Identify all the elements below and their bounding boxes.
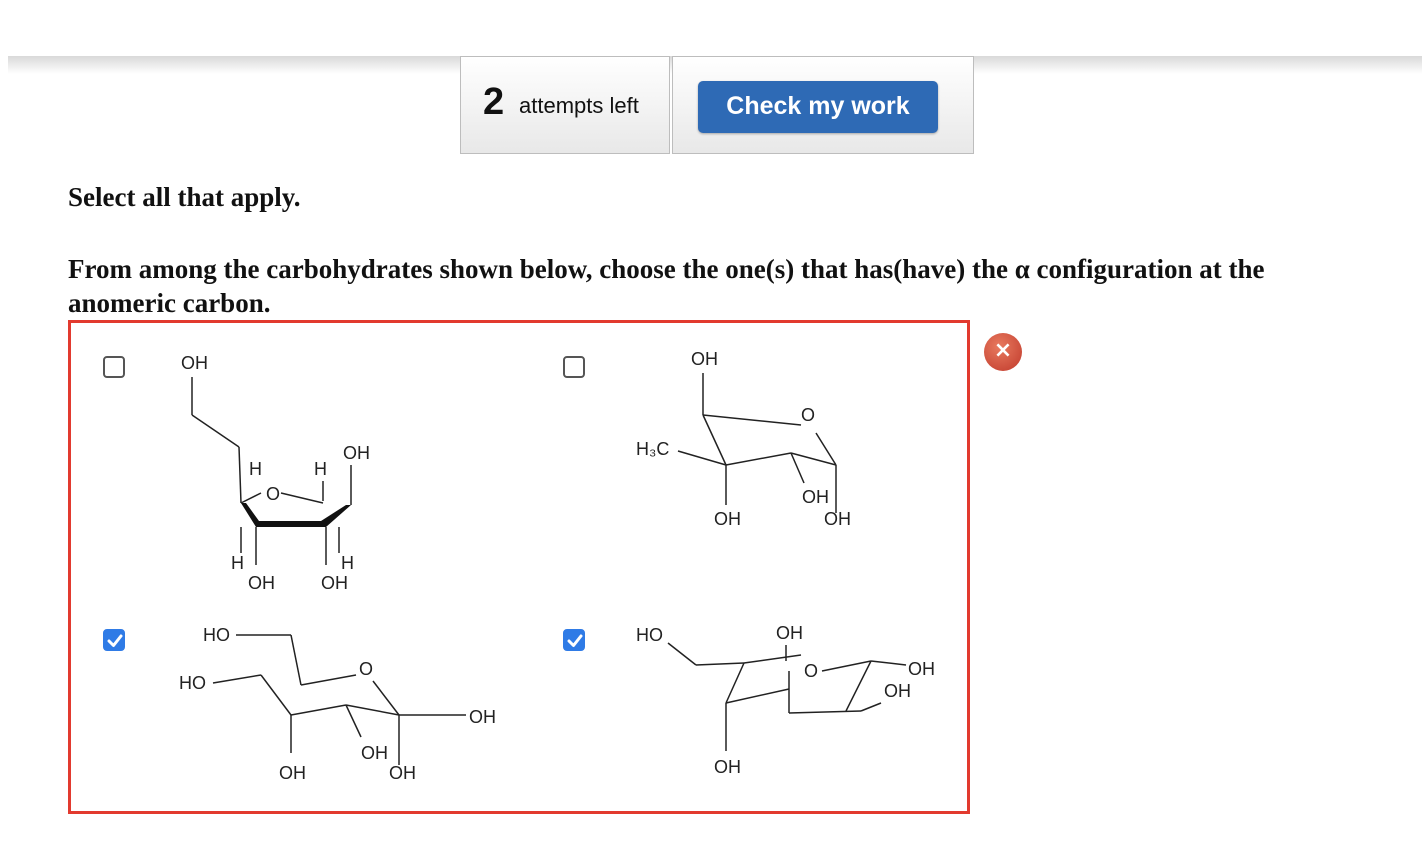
label-oh: OH — [343, 443, 370, 463]
question-text: From among the carbohydrates shown below… — [68, 254, 1265, 318]
label-oh: OH — [908, 659, 935, 679]
label-h: H — [341, 553, 354, 573]
label-o: O — [801, 405, 815, 425]
label-o: O — [804, 661, 818, 681]
attempts-count: 2 — [483, 81, 505, 123]
option-4-checkbox[interactable] — [563, 629, 585, 651]
checkmark-icon — [107, 634, 123, 647]
label-oh: OH — [884, 681, 911, 701]
label-h: H — [231, 553, 244, 573]
label-ho: HO — [636, 625, 663, 645]
label-oh: OH — [181, 353, 208, 373]
label-oh: OH — [469, 707, 496, 727]
label-oh: OH — [691, 349, 718, 369]
label-o: O — [359, 659, 373, 679]
check-panel: Check my work — [672, 56, 974, 154]
label-oh: OH — [714, 757, 741, 777]
label-h3c: H₃C — [636, 439, 669, 459]
label-h: H — [314, 459, 327, 479]
label-h: H — [249, 459, 262, 479]
label-ho: HO — [203, 625, 230, 645]
label-oh: OH — [248, 573, 275, 593]
option-3-checkbox[interactable] — [103, 629, 125, 651]
attempts-panel: 2 attempts left — [460, 56, 670, 154]
option-1-checkbox[interactable] — [103, 356, 125, 378]
structure-1-furanose: OH H H OH O H H OH OH — [181, 353, 370, 593]
label-o: O — [266, 484, 280, 504]
label-oh: OH — [714, 509, 741, 529]
label-oh: OH — [776, 623, 803, 643]
answer-options-panel: OH H H OH O H H OH OH OH O H₃C OH OH OH … — [68, 320, 970, 814]
option-2-checkbox[interactable] — [563, 356, 585, 378]
label-oh: OH — [279, 763, 306, 783]
label-oh: OH — [389, 763, 416, 783]
label-oh: OH — [802, 487, 829, 507]
structure-2-pyranose: OH O H₃C OH OH OH — [636, 349, 851, 529]
label-ho: HO — [179, 673, 206, 693]
label-oh: OH — [361, 743, 388, 763]
structure-3-pyranose: HO O HO OH OH OH OH — [179, 625, 496, 783]
incorrect-icon: × — [984, 333, 1022, 371]
checkmark-icon — [567, 634, 583, 647]
check-my-work-button[interactable]: Check my work — [698, 81, 938, 133]
instruction-text: Select all that apply. — [68, 182, 301, 212]
label-oh: OH — [321, 573, 348, 593]
attempts-label: attempts left — [519, 93, 639, 118]
label-oh: OH — [824, 509, 851, 529]
structure-4-ring: HO OH O OH OH OH — [636, 623, 935, 777]
